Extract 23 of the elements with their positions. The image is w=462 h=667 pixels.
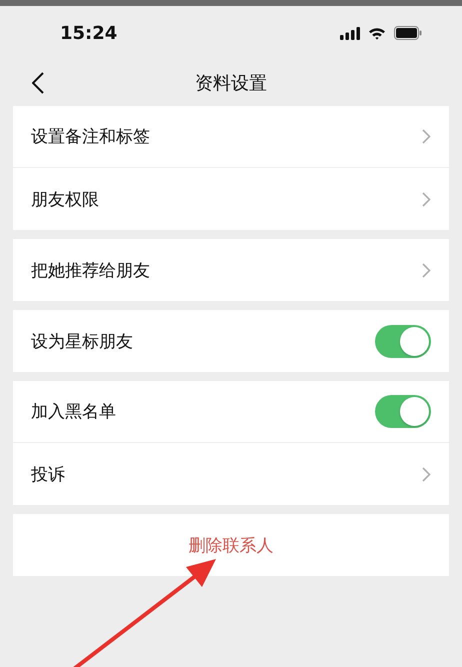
row-label: 朋友权限 bbox=[31, 188, 99, 210]
chevron-right-icon bbox=[422, 262, 431, 278]
wifi-icon bbox=[368, 26, 386, 40]
battery-icon bbox=[394, 26, 422, 40]
row-label: 加入黑名单 bbox=[31, 401, 116, 423]
row-label: 设置备注和标签 bbox=[31, 126, 150, 148]
settings-row[interactable]: 把她推荐给朋友 bbox=[13, 239, 449, 301]
chevron-right-icon bbox=[422, 466, 431, 482]
settings-row[interactable]: 设置备注和标签 bbox=[13, 106, 449, 168]
delete-row[interactable]: 删除联系人 bbox=[13, 514, 449, 576]
toggle-switch[interactable] bbox=[375, 324, 431, 358]
status-time: 15:24 bbox=[60, 22, 118, 44]
delete-label: 删除联系人 bbox=[188, 534, 274, 556]
settings-row[interactable]: 投诉 bbox=[13, 443, 449, 505]
row-label: 设为星标朋友 bbox=[31, 330, 133, 352]
toggle-switch[interactable] bbox=[375, 395, 431, 428]
chevron-right-icon bbox=[422, 192, 431, 206]
row-label: 把她推荐给朋友 bbox=[31, 260, 150, 282]
chevron-right-icon bbox=[422, 129, 431, 144]
page-title: 资料设置 bbox=[195, 72, 267, 95]
signal-icon bbox=[340, 26, 360, 40]
settings-row[interactable]: 朋友权限 bbox=[13, 168, 449, 230]
row-label: 投诉 bbox=[31, 464, 65, 486]
